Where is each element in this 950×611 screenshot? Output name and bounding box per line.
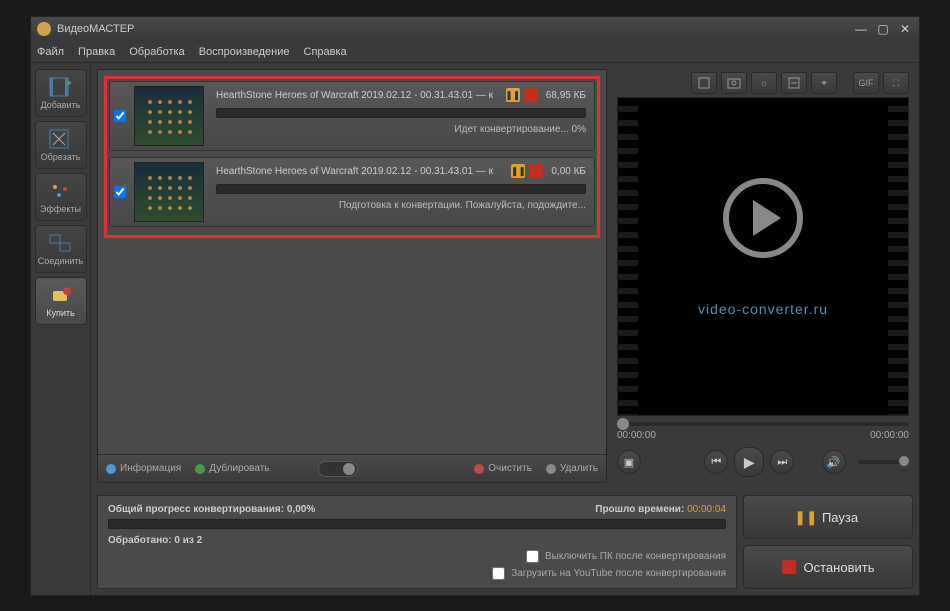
enhance-icon[interactable]: [781, 72, 807, 94]
sidebar-add-button[interactable]: Добавить: [35, 69, 87, 117]
overall-progress-label: Общий прогресс конвертирования: 0,00%: [108, 504, 315, 515]
seek-bar[interactable]: [617, 422, 909, 426]
fullscreen-icon[interactable]: ⛶: [883, 72, 909, 94]
youtube-option[interactable]: Загрузить на YouTube после конвертирован…: [492, 567, 726, 580]
effects-icon: [49, 180, 73, 202]
minimize-button[interactable]: —: [853, 22, 869, 36]
item-size: 0,00 КБ: [551, 166, 586, 177]
list-toolbar: Информация Дублировать Очистить Удалить: [98, 454, 606, 482]
item-progressbar: [216, 184, 586, 194]
clear-icon: [474, 464, 484, 474]
sidebar-add-label: Добавить: [41, 100, 81, 110]
item-stop-icon[interactable]: [529, 164, 543, 178]
trim-icon: [49, 128, 73, 150]
duplicate-icon: [195, 464, 205, 474]
brightness-icon[interactable]: ☼: [751, 72, 777, 94]
item-filename: HearthStone Heroes of Warcraft 2019.02.1…: [216, 90, 498, 101]
item-status: Подготовка к конвертации. Пожалуйста, по…: [216, 200, 586, 211]
menu-file[interactable]: Файл: [37, 46, 64, 58]
item-pause-icon[interactable]: ❚❚: [511, 164, 525, 178]
view-toggle[interactable]: [318, 461, 358, 477]
app-logo-icon: [37, 22, 51, 36]
youtube-checkbox[interactable]: [492, 567, 505, 580]
join-icon: [49, 232, 73, 254]
item-checkbox[interactable]: [114, 110, 126, 122]
play-overlay-icon[interactable]: [723, 178, 803, 258]
sidebar-trim-button[interactable]: Обрезать: [35, 121, 87, 169]
crop-icon[interactable]: [691, 72, 717, 94]
overall-progressbar: [108, 519, 726, 529]
sidebar-effects-button[interactable]: Эффекты: [35, 173, 87, 221]
snapshot-icon[interactable]: [721, 72, 747, 94]
preview-toolbar: ☼ ✦ GIF ⛶: [613, 69, 913, 97]
brand-text: video-converter.ru: [618, 301, 908, 317]
sidebar-effects-label: Эффекты: [40, 204, 81, 214]
sidebar-join-label: Соединить: [38, 256, 83, 266]
item-thumbnail: [134, 162, 204, 222]
item-checkbox[interactable]: [114, 186, 126, 198]
play-button[interactable]: ▶: [734, 447, 764, 477]
stop-icon: [782, 560, 796, 574]
filmstrip-right: [888, 98, 908, 415]
app-title: ВидеоМАСТЕР: [57, 23, 134, 35]
pause-button[interactable]: ❚❚ Пауза: [743, 495, 913, 539]
sidebar-trim-label: Обрезать: [41, 152, 81, 162]
time-current: 00:00:00: [617, 430, 656, 441]
info-button[interactable]: Информация: [106, 463, 181, 474]
menubar: Файл Правка Обработка Воспроизведение Сп…: [31, 41, 919, 63]
next-button[interactable]: ⏭: [770, 450, 794, 474]
menu-edit[interactable]: Правка: [78, 46, 115, 58]
elapsed-value: 00:00:04: [687, 504, 726, 515]
clear-button[interactable]: Очистить: [474, 463, 532, 474]
preview-panel: ☼ ✦ GIF ⛶ video-converter.ru: [613, 69, 913, 483]
menu-playback[interactable]: Воспроизведение: [199, 46, 290, 58]
volume-slider[interactable]: [858, 460, 909, 464]
gif-button[interactable]: GIF: [853, 72, 879, 94]
sidebar: Добавить Обрезать Эффекты Соединить Купи…: [31, 63, 91, 595]
sidebar-buy-label: Купить: [46, 308, 74, 318]
progress-panel: Общий прогресс конвертирования: 0,00% Пр…: [97, 495, 737, 589]
video-item[interactable]: HearthStone Heroes of Warcraft 2019.02.1…: [109, 81, 595, 151]
item-size: 68,95 КБ: [546, 90, 586, 101]
preview-controls: 00:00:00 00:00:00 ▣ ⏮ ▶ ⏭ 🔊: [613, 416, 913, 483]
speed-icon[interactable]: ✦: [811, 72, 837, 94]
item-filename: HearthStone Heroes of Warcraft 2019.02.1…: [216, 166, 503, 177]
sidebar-buy-button[interactable]: Купить: [35, 277, 87, 325]
shutdown-checkbox[interactable]: [526, 550, 539, 563]
buy-icon: [49, 284, 73, 306]
menu-process[interactable]: Обработка: [129, 46, 184, 58]
filmstrip-left: [618, 98, 638, 415]
item-pause-icon[interactable]: ❚❚: [506, 88, 520, 102]
duplicate-button[interactable]: Дублировать: [195, 463, 269, 474]
menu-help[interactable]: Справка: [304, 46, 347, 58]
mute-button[interactable]: 🔊: [822, 450, 846, 474]
video-list-panel: HearthStone Heroes of Warcraft 2019.02.1…: [97, 69, 607, 483]
info-icon: [106, 464, 116, 474]
item-status: Идет конвертирование... 0%: [216, 124, 586, 135]
item-progressbar: [216, 108, 586, 118]
delete-icon: [546, 464, 556, 474]
titlebar: ВидеоМАСТЕР — ▢ ✕: [31, 17, 919, 41]
stop-button[interactable]: Остановить: [743, 545, 913, 589]
app-window: ВидеоМАСТЕР — ▢ ✕ Файл Правка Обработка …: [30, 16, 920, 596]
close-button[interactable]: ✕: [897, 22, 913, 36]
maximize-button[interactable]: ▢: [875, 22, 891, 36]
video-item[interactable]: HearthStone Heroes of Warcraft 2019.02.1…: [109, 157, 595, 227]
prev-button[interactable]: ⏮: [704, 450, 728, 474]
add-film-icon: [49, 76, 73, 98]
sidebar-join-button[interactable]: Соединить: [35, 225, 87, 273]
time-total: 00:00:00: [870, 430, 909, 441]
shutdown-option[interactable]: Выключить ПК после конвертирования: [526, 550, 726, 563]
action-panel: ❚❚ Пауза Остановить: [743, 495, 913, 589]
snapshot-button[interactable]: ▣: [617, 450, 641, 474]
delete-button[interactable]: Удалить: [546, 463, 598, 474]
selection-highlight: HearthStone Heroes of Warcraft 2019.02.1…: [104, 76, 600, 238]
video-preview[interactable]: video-converter.ru: [617, 97, 909, 416]
pause-icon: ❚❚: [798, 509, 814, 525]
item-thumbnail: [134, 86, 204, 146]
elapsed-label: Прошло времени:: [595, 504, 684, 515]
item-stop-icon[interactable]: [524, 88, 538, 102]
processed-count: Обработано: 0 из 2: [108, 535, 202, 546]
